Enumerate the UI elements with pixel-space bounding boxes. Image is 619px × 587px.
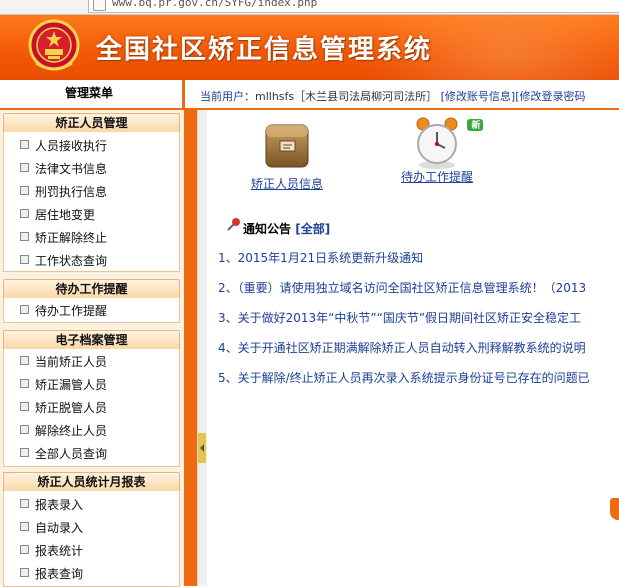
- menu-item-work-status-query[interactable]: 工作状态查询: [20, 252, 107, 269]
- bullet-icon: [20, 379, 29, 388]
- pushpin-icon: [227, 218, 240, 231]
- menu-group-electronic-archive[interactable]: 电子档案管理: [3, 330, 180, 350]
- bullet-icon: [20, 425, 29, 434]
- menu-item-released-persons[interactable]: 解除终止人员: [20, 422, 107, 439]
- bullet-icon: [20, 255, 29, 264]
- bullet-icon: [20, 522, 29, 531]
- notice-item[interactable]: 4、关于开通社区矫正期满解除矫正人员自动转入刑释解教系统的说明: [218, 339, 586, 356]
- collapse-sidebar-handle[interactable]: [198, 433, 206, 463]
- bullet-icon: [20, 163, 29, 172]
- notice-all-link[interactable]: [全部]: [295, 222, 330, 236]
- notice-item[interactable]: 2、（重要）请使用独立域名访问全国社区矫正信息管理系统！（2013: [218, 279, 586, 296]
- current-user-value: mllhsfs［木兰县司法局柳河司法所］: [255, 90, 438, 103]
- menu-item-report-statistics[interactable]: 报表统计: [20, 542, 83, 559]
- menu-item-missed-persons[interactable]: 矫正漏管人员: [20, 376, 107, 393]
- sidebar-border: [184, 110, 197, 586]
- info-bar: 管理菜单 当前用户：mllhsfs［木兰县司法局柳河司法所］ [修改账号信息][…: [0, 80, 619, 110]
- menu-group-corrections-management[interactable]: 矫正人员管理: [3, 113, 180, 133]
- menu-title: 管理菜单: [64, 86, 113, 100]
- edit-account-link[interactable]: [修改账号信息]: [441, 90, 516, 103]
- floating-tab[interactable]: [610, 498, 619, 520]
- menu-item-report-query[interactable]: 报表查询: [20, 565, 83, 582]
- new-badge: 新: [471, 121, 481, 131]
- menu-group-pending-work[interactable]: 待办工作提醒: [3, 279, 180, 299]
- menu-item-penalty-execution[interactable]: 刑罚执行信息: [20, 183, 107, 200]
- bullet-icon: [20, 356, 29, 365]
- arrow-left-icon: [200, 444, 204, 452]
- url-text: www.bq.pr.gov.cn/SYFG/index.php: [112, 0, 318, 9]
- bullet-icon: [20, 499, 29, 508]
- menu-item-residence-change[interactable]: 居住地变更: [20, 206, 95, 223]
- header-banner: 全国社区矫正信息管理系统: [0, 15, 619, 80]
- bullet-icon: [20, 568, 29, 577]
- menu-item-report-entry[interactable]: 报表录入: [20, 496, 83, 513]
- menu-item-legal-documents[interactable]: 法律文书信息: [20, 160, 107, 177]
- menu-item-auto-entry[interactable]: 自动录入: [20, 519, 83, 536]
- bullet-icon: [20, 209, 29, 218]
- bullet-icon: [20, 186, 29, 195]
- notice-item[interactable]: 3、关于做好2013年“中秋节”“国庆节”假日期间社区矫正安全稳定工: [218, 309, 581, 326]
- main-content: 矫正人员信息 新 待办工作提醒 通知公告 [全部] 1、2015年1月21日系统…: [207, 110, 619, 586]
- menu-item-current-persons[interactable]: 当前矫正人员: [20, 353, 107, 370]
- notice-item[interactable]: 1、2015年1月21日系统更新升级通知: [218, 249, 423, 266]
- quick-link-person-info[interactable]: 矫正人员信息: [247, 175, 327, 192]
- page-icon: [93, 0, 106, 11]
- change-password-link[interactable]: [修改登录密码: [515, 90, 585, 103]
- bullet-icon: [20, 305, 29, 314]
- current-user-label: 当前用户：: [200, 90, 255, 103]
- sidebar-menu: 矫正人员管理 人员接收执行 法律文书信息 刑罚执行信息 居住地变更 矫正解除终止…: [0, 110, 184, 587]
- quick-link-pending-reminder[interactable]: 待办工作提醒: [392, 168, 482, 185]
- bullet-icon: [20, 140, 29, 149]
- menu-item-all-persons-query[interactable]: 全部人员查询: [20, 445, 107, 462]
- menu-item-release-termination[interactable]: 矫正解除终止: [20, 229, 107, 246]
- bullet-icon: [20, 545, 29, 554]
- menu-item-pending-reminder[interactable]: 待办工作提醒: [20, 302, 107, 319]
- bullet-icon: [20, 402, 29, 411]
- national-emblem-icon: [28, 19, 80, 71]
- bullet-icon: [20, 232, 29, 241]
- notice-title: 通知公告 [全部]: [243, 222, 331, 236]
- archive-box-icon[interactable]: [264, 121, 310, 171]
- bullet-icon: [20, 448, 29, 457]
- menu-item-escaped-persons[interactable]: 矫正脱管人员: [20, 399, 107, 416]
- current-user-line: 当前用户：mllhsfs［木兰县司法局柳河司法所］ [修改账号信息][修改登录密…: [200, 88, 586, 104]
- system-title: 全国社区矫正信息管理系统: [96, 35, 433, 65]
- notice-item[interactable]: 5、关于解除/终止矫正人员再次录入系统提示身份证号已存在的问题已: [218, 369, 590, 386]
- browser-address-bar: www.bq.pr.gov.cn/SYFG/index.php: [0, 0, 619, 15]
- menu-group-monthly-report[interactable]: 矫正人员统计月报表: [3, 472, 180, 492]
- menu-item-receive-execute[interactable]: 人员接收执行: [20, 137, 107, 154]
